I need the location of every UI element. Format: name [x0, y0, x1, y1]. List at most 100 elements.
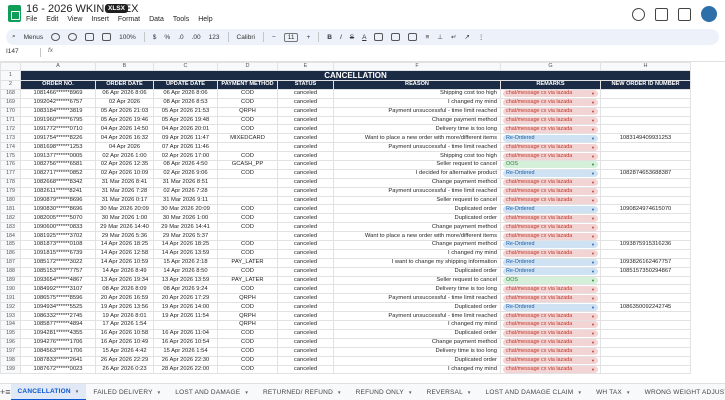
- cell-status[interactable]: canceled: [277, 248, 334, 259]
- cell-order-no[interactable]: 1085877******4894: [20, 320, 96, 330]
- cell-order-no[interactable]: 1090830******8696: [20, 204, 96, 215]
- row-header[interactable]: 176: [0, 160, 21, 170]
- remarks-dropdown-chip[interactable]: Re-Ordered ▼: [503, 170, 598, 178]
- undo-icon[interactable]: [51, 33, 61, 41]
- cell-remarks[interactable]: chat/message cx via lazada ▼: [500, 115, 601, 126]
- cell-order-date[interactable]: 02 Apr 2026 10:09: [95, 168, 154, 179]
- italic-button[interactable]: I: [340, 34, 342, 41]
- chevron-down-icon[interactable]: ▼: [591, 170, 595, 177]
- chevron-down-icon[interactable]: ▼: [244, 390, 249, 395]
- remarks-dropdown-chip[interactable]: chat/message cx via lazada ▼: [503, 108, 598, 116]
- sheet-tab[interactable]: RETURNED/ REFUND ▼: [256, 384, 349, 400]
- cell-order-date[interactable]: 14 Apr 2026 10:59: [95, 257, 154, 268]
- cell-reason[interactable]: Payment unsuccessful - time limit reache…: [333, 106, 501, 117]
- cell-reason[interactable]: Payment unsuccessful - time limit reache…: [333, 311, 501, 322]
- cell-reason[interactable]: I changed my mind: [333, 248, 501, 259]
- remarks-dropdown-chip[interactable]: chat/message cx via lazada ▼: [503, 197, 598, 204]
- row-header[interactable]: 2: [0, 80, 21, 90]
- row-header[interactable]: 169: [0, 97, 21, 108]
- menu-help[interactable]: Help: [198, 16, 212, 23]
- cell-payment-method[interactable]: QRPH: [217, 311, 278, 322]
- cell-new-order-id[interactable]: 1093826162467757: [600, 257, 691, 268]
- chevron-down-icon[interactable]: ▼: [591, 286, 595, 293]
- remarks-dropdown-chip[interactable]: chat/message cx via lazada ▼: [503, 152, 598, 160]
- cell-order-no[interactable]: 1090879******8696: [20, 195, 96, 206]
- cell-order-no[interactable]: 1081925******3702: [20, 231, 96, 242]
- cell-remarks[interactable]: chat/message cx via lazada ▼: [500, 88, 601, 99]
- cell-update-date[interactable]: 02 Apr 2026 7:28: [153, 186, 218, 197]
- row-header[interactable]: 195: [0, 328, 21, 339]
- cell-update-date[interactable]: 06 Apr 2026 8:06: [153, 88, 218, 99]
- cell-new-order-id[interactable]: [600, 97, 691, 108]
- sheet-banner-title[interactable]: CANCELLATION: [20, 70, 691, 81]
- row-header[interactable]: 185: [0, 240, 21, 250]
- zoom-select[interactable]: 100%: [119, 34, 136, 41]
- cell-reason[interactable]: Seller request to cancel: [333, 160, 501, 170]
- chevron-down-icon[interactable]: ▼: [467, 390, 472, 395]
- cell-update-date[interactable]: 15 Apr 2026 2:18: [153, 257, 218, 268]
- cell-order-date[interactable]: 02 Apr 2026 12:35: [95, 160, 154, 170]
- font-size-input[interactable]: 11: [283, 32, 299, 42]
- cell-status[interactable]: canceled: [277, 195, 334, 206]
- cell-remarks[interactable]: chat/message cx via lazada ▼: [500, 328, 601, 339]
- cell-payment-method[interactable]: QRPH: [217, 320, 278, 330]
- more-options-icon[interactable]: ⋮: [478, 33, 485, 41]
- remarks-dropdown-chip[interactable]: chat/message cx via lazada ▼: [503, 294, 598, 302]
- chevron-down-icon[interactable]: ▼: [591, 295, 595, 302]
- cell-payment-method[interactable]: [217, 195, 278, 206]
- cell-status[interactable]: canceled: [277, 293, 334, 304]
- row-header[interactable]: 1: [0, 70, 21, 81]
- cell-status[interactable]: canceled: [277, 302, 334, 313]
- cell-update-date[interactable]: 14 Apr 2026 18:25: [153, 240, 218, 250]
- chevron-down-icon[interactable]: ▼: [591, 330, 595, 337]
- cell-update-date[interactable]: 02 Apr 2026 17:00: [153, 151, 218, 162]
- cell-payment-method[interactable]: COD: [217, 168, 278, 179]
- text-rotation-icon[interactable]: ↗: [464, 33, 469, 41]
- remarks-dropdown-chip[interactable]: chat/message cx via lazada ▼: [503, 250, 598, 258]
- cell-status[interactable]: canceled: [277, 213, 334, 224]
- row-header[interactable]: 192: [0, 302, 21, 313]
- chevron-down-icon[interactable]: ▼: [591, 197, 595, 204]
- cell-new-order-id[interactable]: 1093875915316236: [600, 240, 691, 250]
- chevron-down-icon[interactable]: ▼: [591, 242, 595, 249]
- cell-remarks[interactable]: chat/message cx via lazada ▼: [500, 346, 601, 357]
- cell-remarks[interactable]: Re-Ordered ▼: [500, 240, 601, 250]
- cell-remarks[interactable]: OOS ▼: [500, 275, 601, 286]
- cell-reason[interactable]: Duplicated order: [333, 328, 501, 339]
- cell-payment-method[interactable]: QRPH: [217, 293, 278, 304]
- cell-new-order-id[interactable]: [600, 284, 691, 295]
- cell-reason[interactable]: Duplicated order: [333, 204, 501, 215]
- header-status[interactable]: STATUS: [277, 80, 334, 90]
- cell-payment-method[interactable]: [217, 231, 278, 242]
- cell-update-date[interactable]: 08 Apr 2026 4:50: [153, 160, 218, 170]
- cell-status[interactable]: canceled: [277, 364, 334, 375]
- font-size-decrease-button[interactable]: −: [272, 34, 276, 41]
- column-header[interactable]: D: [217, 62, 278, 71]
- cell-status[interactable]: canceled: [277, 328, 334, 339]
- cell-update-date[interactable]: 20 Apr 2026 17:29: [153, 293, 218, 304]
- chevron-down-icon[interactable]: ▼: [591, 108, 595, 115]
- cell-new-order-id[interactable]: 1086350092242745: [600, 302, 691, 313]
- history-icon[interactable]: [632, 7, 645, 21]
- cell-new-order-id[interactable]: [600, 142, 691, 153]
- cell-remarks[interactable]: Re-Ordered ▼: [500, 257, 601, 268]
- row-header[interactable]: 182: [0, 213, 21, 224]
- cell-payment-method[interactable]: COD: [217, 302, 278, 313]
- cell-order-no[interactable]: 1084563******1706: [20, 346, 96, 357]
- row-header[interactable]: 199: [0, 364, 21, 375]
- cell-order-date[interactable]: 29 Mar 2026 14:40: [95, 222, 154, 233]
- select-all-corner[interactable]: [0, 62, 21, 71]
- cell-payment-method[interactable]: COD: [217, 88, 278, 99]
- sheet-tab[interactable]: REFUND ONLY ▼: [349, 384, 420, 400]
- cell-remarks[interactable]: chat/message cx via lazada ▼: [500, 177, 601, 188]
- cell-reason[interactable]: Change payment method: [333, 177, 501, 188]
- chevron-down-icon[interactable]: ▼: [75, 389, 80, 394]
- cell-order-no[interactable]: 1091754******8226: [20, 133, 96, 144]
- cell-payment-method[interactable]: COD: [217, 248, 278, 259]
- column-header[interactable]: A: [20, 62, 96, 71]
- cell-reason[interactable]: Seller request to cancel: [333, 195, 501, 206]
- cell-order-date[interactable]: 31 Mar 2026 7:28: [95, 186, 154, 197]
- cell-remarks[interactable]: chat/message cx via lazada ▼: [500, 97, 601, 108]
- cell-new-order-id[interactable]: [600, 364, 691, 375]
- cell-reason[interactable]: Delivery time is too long: [333, 124, 501, 135]
